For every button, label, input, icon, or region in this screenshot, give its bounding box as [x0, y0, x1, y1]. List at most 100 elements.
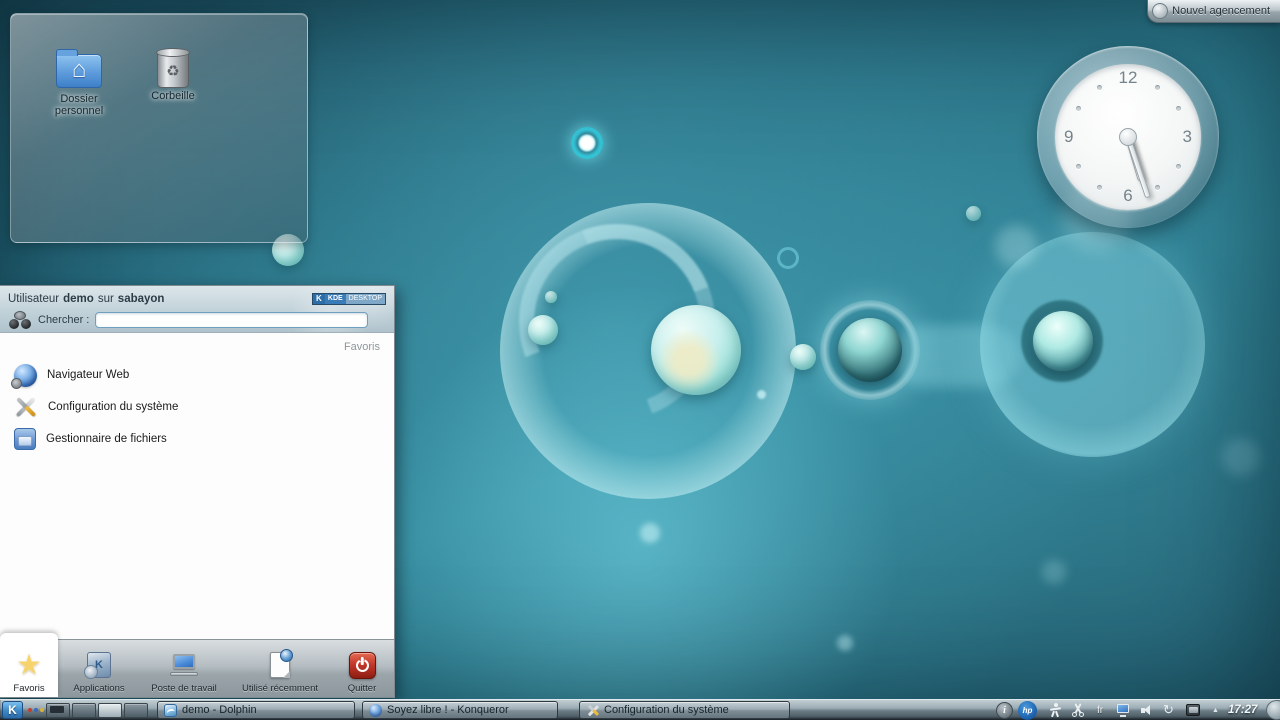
tray-accessibility-icon[interactable] — [1047, 702, 1063, 718]
kickoff-tab-strip: ★ Favoris K Applications Poste de travai… — [0, 639, 394, 697]
dolphin-icon — [164, 704, 177, 717]
wallpaper-dot — [837, 635, 853, 651]
pager-desktop-2[interactable] — [72, 703, 96, 718]
search-icon — [8, 311, 32, 329]
star-icon: ★ — [16, 650, 41, 680]
recycle-glyph: ♻ — [166, 62, 179, 80]
task-button-dolphin[interactable]: demo - Dolphin — [157, 701, 355, 719]
tray-expand-arrow-icon[interactable]: ▲ — [1209, 702, 1222, 718]
title-host: sabayon — [118, 293, 165, 305]
wallpaper-bubble — [838, 318, 902, 382]
tray-network-icon[interactable]: ↻ — [1160, 702, 1177, 718]
tray-device-notifier-icon[interactable] — [1184, 702, 1201, 718]
desktop-icon-home-folder[interactable]: ⌂ Dossier personnel — [36, 54, 122, 117]
wallpaper-bubble — [966, 206, 981, 221]
tab-label: Utilisé récemment — [242, 683, 318, 694]
clock-hour-dot — [1176, 164, 1181, 169]
clock-face: 12 3 6 9 — [1055, 64, 1201, 210]
kde-desktop-badge: K KDE DESKTOP — [312, 293, 386, 305]
folder-view-widget: ⌂ Dossier personnel ♻ Corbeille — [10, 13, 308, 243]
task-button-konqueror[interactable]: Soyez libre ! - Konqueror — [362, 701, 558, 719]
kickoff-body: Favoris Navigateur Web Configuration du … — [0, 333, 394, 639]
desktop-icon-label: Dossier personnel — [36, 93, 122, 117]
title-prefix: Utilisateur — [8, 293, 59, 305]
kde-logo-icon: K — [313, 294, 325, 304]
clock-hour-dot — [1155, 185, 1160, 190]
wallpaper-ring — [777, 247, 799, 269]
home-folder-icon: ⌂ — [56, 54, 102, 88]
tab-label: Applications — [73, 683, 124, 694]
clock-hour-dot — [1076, 106, 1081, 111]
tab-label: Favoris — [13, 683, 44, 694]
clock-hour-dot — [1097, 185, 1102, 190]
clock-hour-dot — [1176, 106, 1181, 111]
task-label: demo - Dolphin — [182, 704, 257, 716]
toolbox-label: Nouvel agencement — [1172, 5, 1270, 17]
menu-item-file-manager[interactable]: Gestionnaire de fichiers — [8, 423, 386, 455]
system-settings-icon — [586, 704, 599, 717]
clock-hour-dot — [1097, 85, 1102, 90]
taskbar-clock[interactable]: 17:27 — [1228, 701, 1268, 719]
clock-number-6: 6 — [1123, 186, 1132, 206]
wallpaper-glow-ring — [571, 127, 603, 159]
konqueror-icon — [369, 704, 382, 717]
wallpaper-bubble — [790, 344, 816, 370]
system-settings-icon — [14, 395, 38, 419]
desktop-icon-trash[interactable]: ♻ Corbeille — [130, 50, 216, 102]
wallpaper-flare — [995, 225, 1037, 267]
kickoff-user-title: Utilisateur demo sur sabayon — [8, 293, 164, 305]
task-label: Configuration du système — [604, 704, 729, 716]
wallpaper-dot — [1222, 438, 1260, 476]
badge-kde-text: KDE — [325, 294, 346, 304]
recent-documents-icon — [270, 652, 290, 678]
file-manager-icon — [14, 428, 36, 450]
pager-desktop-4[interactable] — [124, 703, 148, 718]
computer-icon — [170, 654, 198, 676]
menu-item-system-settings[interactable]: Configuration du système — [8, 391, 386, 423]
home-glyph: ⌂ — [72, 58, 87, 82]
tab-label: Poste de travail — [151, 683, 216, 694]
menu-item-label: Gestionnaire de fichiers — [46, 433, 167, 445]
tray-info-icon[interactable]: i — [996, 702, 1013, 719]
tab-label: Quitter — [348, 683, 377, 694]
tray-hp-icon[interactable]: hp — [1018, 701, 1037, 720]
wallpaper-bubble — [1033, 311, 1093, 371]
tray-volume-icon[interactable] — [1139, 702, 1155, 718]
search-input[interactable] — [95, 312, 368, 328]
task-label: Soyez libre ! - Konqueror — [387, 704, 509, 716]
wallpaper-bubble — [545, 291, 557, 303]
activity-dots-icon[interactable] — [28, 701, 44, 719]
title-connector: sur — [98, 293, 114, 305]
tray-network-monitor-icon[interactable] — [1114, 702, 1132, 718]
pager-desktop-3[interactable] — [98, 703, 122, 718]
wallpaper-bubble — [528, 315, 558, 345]
trash-icon: ♻ — [157, 50, 189, 88]
tab-quitter[interactable]: Quitter — [332, 639, 392, 697]
kickoff-launcher-button[interactable]: K — [2, 701, 23, 719]
tray-keyboard-layout[interactable]: fr — [1092, 702, 1108, 718]
tray-klipper-scissors-icon[interactable] — [1070, 702, 1086, 718]
shutdown-icon — [349, 652, 376, 679]
kickoff-menu: Utilisateur demo sur sabayon K KDE DESKT… — [0, 285, 395, 698]
desktop-pager — [46, 701, 148, 719]
menu-item-web-browser[interactable]: Navigateur Web — [8, 359, 386, 391]
section-label-favoris: Favoris — [344, 341, 380, 353]
wallpaper-dot — [640, 523, 660, 543]
applications-icon: K — [87, 652, 111, 678]
panel-cashew-icon[interactable] — [1266, 700, 1280, 720]
tab-utilise-recemment[interactable]: Utilisé récemment — [228, 639, 332, 697]
clock-hour-dot — [1155, 85, 1160, 90]
tab-poste-de-travail[interactable]: Poste de travail — [140, 639, 228, 697]
cashew-icon — [1152, 3, 1168, 19]
wallpaper-dot — [757, 390, 766, 399]
pager-desktop-1[interactable] — [46, 703, 70, 718]
analog-clock-widget: 12 3 6 9 — [1037, 46, 1219, 228]
tab-applications[interactable]: K Applications — [58, 639, 140, 697]
wallpaper-dot — [1042, 560, 1066, 584]
menu-item-label: Navigateur Web — [47, 369, 129, 381]
taskbar-panel: K demo - Dolphin Soyez libre ! - Konquer… — [0, 699, 1280, 720]
desktop-toolbox-button[interactable]: Nouvel agencement — [1147, 0, 1280, 23]
task-button-system-settings[interactable]: Configuration du système — [579, 701, 790, 719]
desktop: ⌂ Dossier personnel ♻ Corbeille 12 3 6 9 — [0, 0, 1280, 720]
tab-favoris[interactable]: ★ Favoris — [0, 633, 58, 697]
